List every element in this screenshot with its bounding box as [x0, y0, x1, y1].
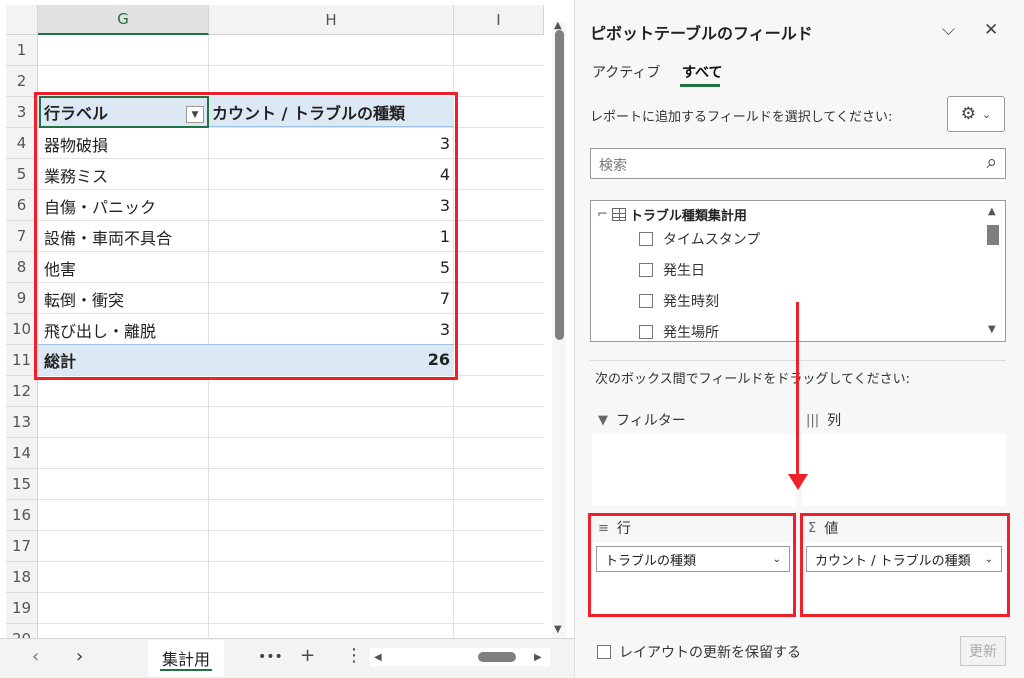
grid-line [38, 406, 544, 407]
row-header[interactable]: 12 [6, 376, 38, 407]
grid-line [38, 499, 544, 500]
columns-area-label: ||| 列 [806, 410, 841, 430]
row-header[interactable]: 16 [6, 500, 38, 531]
field-prompt: レポートに追加するフィールドを選択してください: [590, 110, 893, 125]
grid-line [38, 623, 544, 624]
filter-drop-area[interactable] [592, 434, 796, 506]
search-icon: ⌕ [986, 151, 997, 173]
row-header[interactable]: 14 [6, 438, 38, 469]
column-header-i[interactable]: I [454, 5, 544, 35]
tab-all[interactable]: すべて [682, 62, 722, 82]
rows-highlight-box [588, 513, 796, 617]
annotation-arrow-line [796, 302, 799, 482]
list-scroll-down-icon[interactable]: ▼ [988, 324, 996, 335]
filter-icon: ▼ [598, 412, 608, 428]
row-header[interactable]: 19 [6, 593, 38, 624]
collapse-icon[interactable]: ⌐ [597, 207, 608, 222]
scroll-left-icon[interactable]: ◀ [374, 652, 382, 663]
tab-underline [680, 84, 720, 87]
list-scroll-up-icon[interactable]: ▲ [988, 206, 996, 217]
prev-sheet-icon[interactable]: ‹ [32, 646, 39, 667]
grid-line [38, 437, 544, 438]
vertical-scroll-thumb[interactable] [555, 30, 564, 340]
defer-layout-checkbox[interactable]: レイアウトの更新を保留する [597, 642, 801, 662]
horizontal-scroll-thumb[interactable] [478, 652, 516, 662]
table-icon [611, 208, 626, 221]
grid-line [38, 468, 544, 469]
chevron-down-icon: ⌄ [982, 107, 992, 121]
tools-button[interactable]: ⚙ ⌄ [947, 96, 1005, 132]
scroll-down-icon[interactable]: ▼ [554, 624, 562, 635]
drag-prompt: 次のボックス間でフィールドをドラッグしてください: [595, 372, 910, 387]
table-name: トラブル種類集計用 [629, 209, 747, 224]
defer-layout-label: レイアウトの更新を保留する [619, 645, 801, 661]
update-button[interactable]: 更新 [960, 636, 1006, 666]
columns-icon: ||| [806, 412, 820, 428]
field-list-scroll-thumb[interactable] [987, 225, 999, 245]
row-header[interactable]: 13 [6, 407, 38, 438]
field-item[interactable]: タイムスタンプ [639, 229, 760, 249]
search-placeholder: 検索 [599, 158, 627, 174]
values-highlight-box [800, 513, 1010, 617]
more-sheets-icon[interactable]: ••• [258, 649, 283, 665]
checkbox[interactable] [639, 232, 653, 246]
checkbox[interactable] [639, 294, 653, 308]
sheet-tab-summary[interactable]: 集計用 [148, 640, 224, 676]
row-header[interactable]: 17 [6, 531, 38, 562]
filter-label: フィルター [616, 413, 686, 429]
grid-line [38, 530, 544, 531]
field-name: 発生日 [663, 263, 705, 279]
row-header[interactable]: 1 [6, 35, 38, 66]
search-field[interactable]: 検索 ⌕ [590, 148, 1006, 179]
grid-line [38, 65, 544, 66]
next-sheet-icon[interactable]: › [76, 646, 83, 667]
add-sheet-button[interactable]: + [300, 645, 315, 666]
row-header[interactable]: 18 [6, 562, 38, 593]
grid-line [38, 561, 544, 562]
field-item[interactable]: 発生日 [639, 260, 705, 280]
checkbox[interactable] [639, 263, 653, 277]
close-icon[interactable]: ✕ [984, 20, 998, 40]
field-item[interactable]: 発生時刻 [639, 291, 719, 311]
column-header-g[interactable]: G [38, 5, 209, 35]
annotation-arrow-head [788, 474, 808, 490]
horizontal-scrollbar[interactable] [370, 648, 550, 666]
field-item[interactable]: 発生場所 [639, 322, 719, 341]
field-name: 発生場所 [663, 325, 719, 341]
pivot-highlight-box [34, 92, 458, 380]
table-node[interactable]: ⌐ トラブル種類集計用 [597, 205, 747, 224]
pane-title: ピボットテーブルのフィールド [590, 24, 813, 43]
checkbox[interactable] [639, 325, 653, 339]
grid-line [38, 592, 544, 593]
spreadsheet-area: G H I 1234567891011121314151617181920 行ラ… [0, 0, 574, 678]
row-header[interactable]: 15 [6, 469, 38, 500]
tab-active[interactable]: アクティブ [592, 62, 660, 82]
pane-options-chevron-icon[interactable]: ⌵ [942, 20, 955, 40]
select-all-corner[interactable] [6, 5, 38, 35]
field-name: 発生時刻 [663, 294, 719, 310]
gear-icon: ⚙ [960, 104, 977, 124]
columns-drop-area[interactable] [802, 434, 1006, 506]
columns-label: 列 [827, 413, 842, 429]
scroll-right-icon[interactable]: ▶ [534, 652, 542, 663]
column-header-h[interactable]: H [209, 5, 454, 35]
filter-area-label: ▼ フィルター [598, 410, 686, 430]
checkbox[interactable] [597, 645, 611, 659]
field-name: タイムスタンプ [663, 232, 761, 248]
sheet-options-icon[interactable]: ⋮ [345, 645, 363, 666]
